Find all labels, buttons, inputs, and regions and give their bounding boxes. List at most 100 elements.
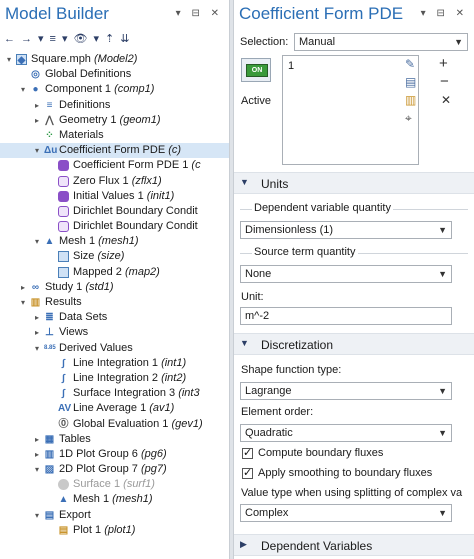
dependent-variables-section-header[interactable]: ▶ Dependent Variables (234, 534, 474, 556)
selection-list-item[interactable]: 1 (288, 60, 294, 72)
tree-node[interactable]: ◎ Global Definitions (0, 67, 229, 82)
tree-node[interactable]: ∫ Line Integration 2 (int2) (0, 371, 229, 386)
zoom-to-selection-icon[interactable]: ⌖ (405, 111, 412, 126)
expand-all-icon[interactable]: ⇡ (105, 33, 114, 45)
discretization-section-header[interactable]: ▼ Discretization (234, 333, 474, 355)
tree-node[interactable]: ▾ ◆ Square.mph (Model2) (0, 52, 229, 67)
tree-node[interactable]: ▾ ● Component 1 (comp1) (0, 82, 229, 97)
component-icon: ● (32, 84, 39, 96)
tree-node-label: Study 1 (45, 280, 83, 293)
collapse-all-icon[interactable]: ⇊ (120, 33, 129, 45)
tree-node[interactable]: ▸ ▦ Tables (0, 432, 229, 447)
list-icon[interactable]: ≡ (50, 33, 56, 45)
tree-node[interactable]: ⁘ Materials (0, 128, 229, 143)
selection-listbox[interactable]: 1 (282, 55, 419, 165)
expanded-arrow-icon[interactable]: ▾ (33, 341, 41, 356)
paste-icon[interactable]: ▥ (405, 93, 416, 107)
apply-smoothing-checkbox[interactable] (242, 466, 253, 479)
tree-node[interactable]: ▸ ⊥ Views (0, 325, 229, 340)
tree-node-tag: (c) (168, 144, 182, 157)
tree-node[interactable]: Dirichlet Boundary Condit (0, 204, 229, 219)
units-section-header[interactable]: ▼ Units (234, 172, 474, 194)
source-term-value: None (245, 268, 272, 280)
tree-node-label: Export (59, 508, 91, 521)
collapsed-arrow-icon[interactable]: ▸ (33, 113, 41, 128)
global-evaluation-icon: ⓪ (58, 418, 69, 430)
tree-node[interactable]: ▾ 8.85 Derived Values (0, 341, 229, 356)
selection-dropdown[interactable]: Manual ▼ (294, 33, 468, 51)
tree-node[interactable]: Zero Flux 1 (zflx1) (0, 174, 229, 189)
expanded-arrow-icon[interactable]: ▾ (33, 508, 41, 523)
tree-node[interactable]: ▲ Mesh 1 (mesh1) (0, 492, 229, 507)
tree-node[interactable]: ▸ ∞ Study 1 (std1) (0, 280, 229, 295)
tree-node-label: Coefficient Form PDE 1 (73, 159, 189, 172)
source-term-dropdown[interactable]: None ▼ (240, 265, 452, 283)
back-arrow-icon[interactable]: ← (4, 33, 15, 45)
remove-icon[interactable]: − (440, 73, 449, 90)
clear-icon[interactable]: ✕ (441, 93, 451, 107)
tree-node-tag: (mesh1) (112, 493, 153, 506)
tree-node[interactable]: ▤ Plot 1 (plot1) (0, 523, 229, 538)
tree-node[interactable]: ∫ Line Integration 1 (int1) (0, 356, 229, 371)
dependent-variable-dropdown[interactable]: Dimensionless (1) ▼ (240, 221, 452, 239)
shape-function-dropdown[interactable]: Lagrange ▼ (240, 382, 452, 400)
dropdown-icon[interactable]: ▾ (93, 33, 99, 45)
tree-node[interactable]: ▾ ▨ 2D Plot Group 7 (pg7) (0, 462, 229, 477)
expanded-arrow-icon[interactable]: ▾ (19, 295, 27, 310)
selection-label: Selection: (240, 36, 289, 48)
tree-node-label: Dirichlet Boundary Condit (73, 220, 198, 233)
tree-node[interactable]: Surface 1 (surf1) (0, 477, 229, 492)
expanded-arrow-icon[interactable]: ▾ (33, 234, 41, 249)
dropdown-icon[interactable]: ▾ (38, 33, 44, 45)
forward-arrow-icon[interactable]: → (21, 33, 32, 45)
tree-node[interactable]: Dirichlet Boundary Condit (0, 219, 229, 234)
split-value-type-dropdown[interactable]: Complex ▼ (240, 504, 452, 522)
active-toggle-button[interactable]: ON (241, 58, 271, 82)
model-builder-titlebar: Model Builder ▾ ⊟ ✕ (0, 0, 229, 30)
dropdown-icon[interactable]: ▾ (62, 33, 68, 45)
collapsed-arrow-icon[interactable]: ▸ (33, 310, 41, 325)
tree-node[interactable]: AV Line Average 1 (av1) (0, 401, 229, 416)
tree-node[interactable]: Size (size) (0, 249, 229, 264)
boundary-node-icon (58, 175, 69, 187)
tree-node[interactable]: ▸ ▥ 1D Plot Group 6 (pg6) (0, 447, 229, 462)
tree-node[interactable]: ▸ ≡ Definitions (0, 98, 229, 113)
collapsed-arrow-icon[interactable]: ▸ (33, 98, 41, 113)
tree-node-label: Global Definitions (45, 68, 132, 81)
settings-title: Coefficient Form PDE (239, 4, 404, 23)
tree-node-tag: (geom1) (119, 113, 161, 126)
tree-node[interactable]: ⓪ Global Evaluation 1 (gev1) (0, 417, 229, 432)
settings-window-controls[interactable]: ▾ ⊟ ✕ (421, 8, 468, 19)
tree-node[interactable]: ▾ ▥ Results (0, 295, 229, 310)
expanded-arrow-icon[interactable]: ▾ (19, 82, 27, 97)
collapsed-arrow-icon[interactable]: ▸ (33, 447, 41, 462)
tree-node[interactable]: ∫ Surface Integration 3 (int3 (0, 386, 229, 401)
study-icon: ∞ (31, 281, 40, 293)
tree-node[interactable]: ▸ ≣ Data Sets (0, 310, 229, 325)
compute-fluxes-checkbox[interactable] (242, 446, 253, 459)
expanded-arrow-icon[interactable]: ▾ (33, 143, 41, 158)
tree-node[interactable]: Mapped 2 (map2) (0, 265, 229, 280)
collapsed-arrow-icon[interactable]: ▸ (19, 280, 27, 295)
tree-node[interactable]: Coefficient Form PDE 1 (c (0, 158, 229, 173)
eye-icon[interactable]: 👁 (73, 33, 87, 45)
unit-input[interactable]: m^-2 (240, 307, 452, 325)
collapsed-arrow-icon[interactable]: ▸ (33, 325, 41, 340)
edit-icon[interactable]: ✎ (405, 57, 415, 71)
tree-node[interactable]: ▾ Δu Coefficient Form PDE (c) (0, 143, 229, 159)
tree-node[interactable]: ▸ ⋀ Geometry 1 (geom1) (0, 113, 229, 128)
tree-node[interactable]: ▾ ▲ Mesh 1 (mesh1) (0, 234, 229, 249)
panel-window-controls[interactable]: ▾ ⊟ ✕ (176, 8, 223, 19)
collapsed-arrow-icon[interactable]: ▸ (33, 432, 41, 447)
tree-node[interactable]: ▾ ▤ Export (0, 508, 229, 523)
add-icon[interactable]: + (439, 55, 448, 72)
expanded-arrow-icon[interactable]: ▾ (33, 462, 41, 477)
apply-smoothing-label: Apply smoothing to boundary fluxes (258, 467, 433, 479)
element-order-dropdown[interactable]: Quadratic ▼ (240, 424, 452, 442)
copy-icon[interactable]: ▤ (405, 75, 416, 89)
tree-node-label: Coefficient Form PDE (59, 144, 166, 157)
tree-node[interactable]: Initial Values 1 (init1) (0, 189, 229, 204)
datasets-icon: ≣ (45, 312, 54, 324)
expanded-arrow-icon[interactable]: ▾ (5, 52, 13, 67)
tree-node-tag: (Model2) (94, 53, 138, 65)
